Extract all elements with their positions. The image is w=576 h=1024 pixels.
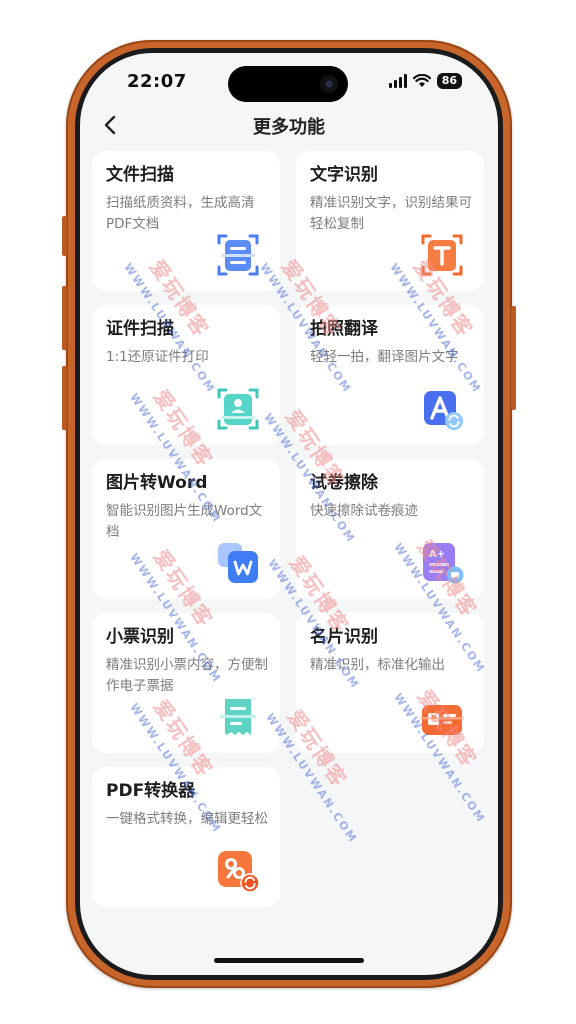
- card-id-scan[interactable]: 证件扫描 1:1还原证件打印: [92, 305, 280, 445]
- card-title: 文字识别: [310, 165, 378, 185]
- signal-icon: [388, 74, 407, 88]
- card-image-to-word[interactable]: 图片转Word 智能识别图片生成Word文档: [92, 459, 280, 599]
- card-exam-erase[interactable]: 试卷擦除 快速擦除试卷痕迹 A+: [296, 459, 484, 599]
- card-title: 文件扫描: [106, 165, 174, 185]
- camera-icon: [320, 75, 338, 93]
- screen: 22:07 86 更多功能 文件扫描 扫描纸质资料，生成高清PDF文档 文字识别…: [80, 53, 498, 975]
- card-title: 证件扫描: [106, 319, 174, 339]
- page-title: 更多功能: [253, 117, 325, 138]
- wifi-icon: [412, 74, 431, 87]
- card-text-recognition[interactable]: 文字识别 精准识别文字，识别结果可轻松复制: [296, 151, 484, 291]
- status-time: 22:07: [127, 71, 187, 92]
- text-recognition-icon: [421, 234, 463, 276]
- image-to-word-icon: [218, 543, 258, 583]
- svg-text:A+: A+: [429, 549, 445, 560]
- card-receipt-scan[interactable]: 小票识别 精准识别小票内容，方便制作电子票据: [92, 613, 280, 753]
- id-card-scan-icon: [217, 388, 259, 430]
- power-button: [511, 306, 516, 410]
- card-desc: 1:1还原证件打印: [106, 349, 209, 365]
- card-title: PDF转换器: [106, 781, 196, 801]
- nav-bar: 更多功能: [80, 105, 498, 145]
- business-card-icon: [420, 705, 464, 735]
- action-button: [62, 216, 67, 256]
- battery-icon: 86: [436, 73, 462, 89]
- dynamic-island: [228, 66, 348, 102]
- card-desc: 一键格式转换，编辑更轻松: [106, 811, 268, 827]
- card-pdf-convert[interactable]: PDF转换器 一键格式转换，编辑更轻松: [92, 767, 280, 907]
- volume-down-button: [62, 366, 67, 430]
- card-desc: 快速擦除试卷痕迹: [310, 503, 418, 519]
- card-business-card[interactable]: 名片识别 精准识别，标准化输出: [296, 613, 484, 753]
- card-title: 小票识别: [106, 627, 174, 647]
- card-title: 拍照翻译: [310, 319, 378, 339]
- pdf-convert-icon: [218, 851, 260, 893]
- receipt-scan-icon: [220, 699, 256, 735]
- card-title: 名片识别: [310, 627, 378, 647]
- card-title: 试卷擦除: [310, 473, 378, 493]
- home-indicator[interactable]: [214, 958, 364, 963]
- card-document-scan[interactable]: 文件扫描 扫描纸质资料，生成高清PDF文档: [92, 151, 280, 291]
- card-desc: 扫描纸质资料，生成高清PDF文档: [106, 195, 255, 232]
- card-desc: 精准识别，标准化输出: [310, 657, 445, 673]
- status-indicators: 86: [388, 73, 462, 89]
- card-desc: 轻轻一拍，翻译图片文字: [310, 349, 459, 365]
- exam-erase-icon: A+: [423, 543, 464, 584]
- document-scan-icon: [217, 234, 259, 276]
- card-desc: 精准识别文字，识别结果可轻松复制: [310, 195, 472, 232]
- card-photo-translate[interactable]: 拍照翻译 轻轻一拍，翻译图片文字: [296, 305, 484, 445]
- volume-up-button: [62, 286, 67, 350]
- photo-translate-icon: [424, 391, 463, 430]
- card-desc: 智能识别图片生成Word文档: [106, 503, 263, 540]
- card-desc: 精准识别小票内容，方便制作电子票据: [106, 657, 268, 694]
- card-title: 图片转Word: [106, 473, 208, 493]
